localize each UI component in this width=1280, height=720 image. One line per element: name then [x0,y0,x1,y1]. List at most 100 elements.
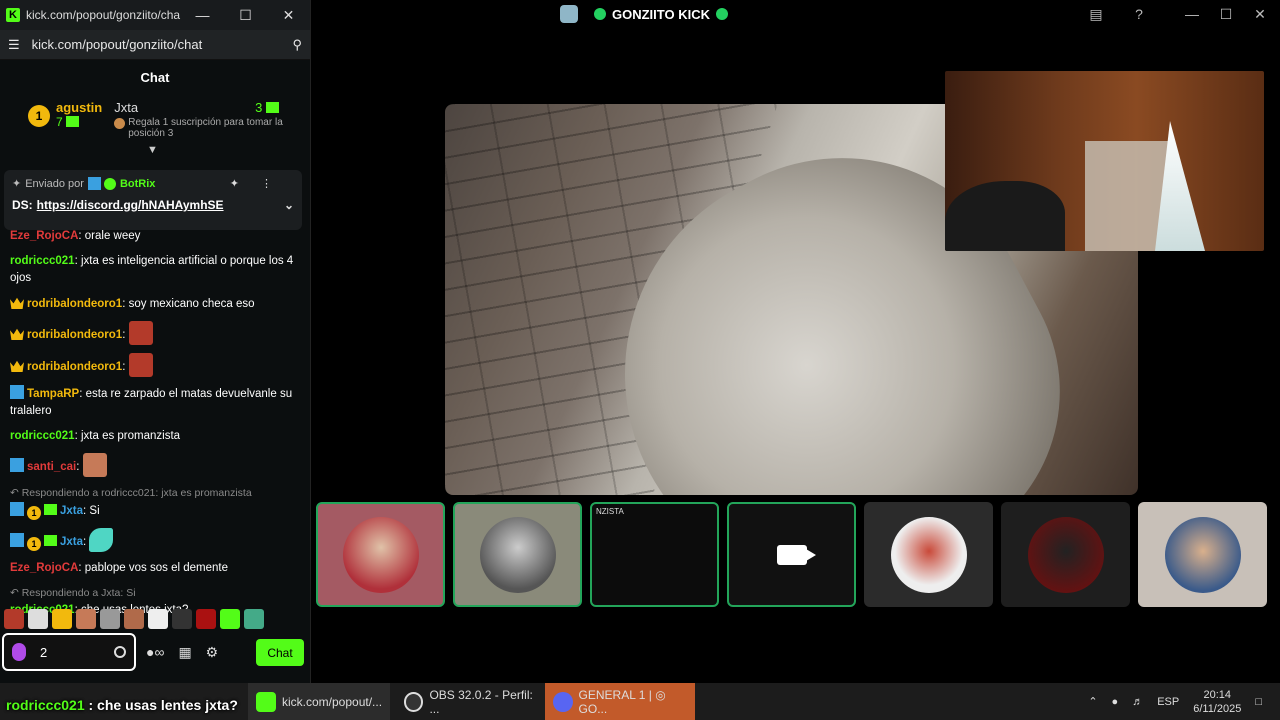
more-options-icon[interactable]: ⋮ [261,178,294,190]
server-icon[interactable] [560,5,578,23]
crown-badge-icon [10,328,24,340]
volume-icon[interactable]: ♬ [1132,696,1143,708]
tile-label: NZISTA [596,507,624,516]
message-username[interactable]: Jxta [60,536,83,548]
message-username[interactable]: Eze_RojoCA [10,562,78,574]
system-tray: ⌃ ● ♬ ESP 20:14 6/11/2025 □ [1088,683,1280,720]
emote-icon[interactable] [220,609,240,629]
avatar [890,516,967,593]
leader-name[interactable]: agustin [56,100,102,115]
message-username[interactable]: santi_cai [27,461,76,473]
emote-icon[interactable] [148,609,168,629]
chat-message-input[interactable]: 2 [2,633,136,671]
chevron-down-icon[interactable]: ⌄ [284,198,294,212]
quick-emote-bar [4,609,264,629]
moderator-badge-icon [10,458,24,472]
chat-message: ↶ Respondiendo a rodriccc021: jxta es pr… [10,485,302,520]
gift-badge-icon [44,535,57,546]
close-icon[interactable]: ✕ [267,0,310,30]
address-bar[interactable]: ☰ kick.com/popout/gonziito/chat ⚲ [0,30,310,60]
participant-tiles: NZISTA [316,502,1267,607]
participant-tile[interactable] [1138,502,1267,607]
message-username[interactable]: rodriccc021 [10,430,75,442]
site-settings-icon[interactable]: ☰ [8,37,20,53]
emote-icon[interactable] [172,609,192,629]
taskbar-app-obs[interactable]: OBS 32.0.2 - Perfil: ... [396,683,542,720]
gift-icon [66,116,80,127]
minimize-icon[interactable]: — [181,0,224,30]
close-icon[interactable]: ✕ [1251,6,1269,24]
moderator-badge-icon [10,385,24,399]
overlay-text: : che usas lentes jxta? [84,697,238,713]
notifications-icon[interactable]: □ [1255,696,1262,708]
emote-icon[interactable] [89,528,114,552]
video-camera-icon [776,544,816,565]
emote-icon[interactable] [128,353,153,377]
overlay-username: rodriccc021 [6,697,85,713]
settings-icon[interactable]: ⚙ [206,644,219,661]
participant-tile[interactable] [864,502,993,607]
chat-message: TampaRP: esta re zarpado el matas devuel… [10,385,302,420]
unpin-icon[interactable]: ✦ [230,178,261,190]
clock-date: 6/11/2025 [1193,702,1242,715]
taskbar-app-kick[interactable]: kick.com/popout/... [248,683,390,720]
emote-icon[interactable] [82,453,107,477]
scroll-down-icon[interactable]: ▼ [147,144,158,156]
message-text: pablope vos sos el demente [81,562,228,574]
chat-message: rodriccc021: jxta es inteligencia artifi… [10,255,294,284]
emote-icon[interactable] [100,609,120,629]
chat-message-list: Eze_RojoCA: orale weey rodriccc021: jxta… [10,228,302,627]
chevron-up-icon[interactable]: ⌃ [1088,695,1097,708]
language-indicator[interactable]: ESP [1157,696,1179,708]
obs-app-icon [404,691,424,712]
emote-icon[interactable] [124,609,144,629]
emote-icon[interactable] [76,609,96,629]
emote-icon[interactable] [28,609,48,629]
chat-input-value[interactable]: 2 [40,645,114,660]
discord-link[interactable]: https://discord.gg/hNAHAymhSE [37,198,224,212]
discord-app-icon [553,691,573,712]
emote-icon[interactable] [244,609,264,629]
emoji-picker-icon[interactable] [114,646,126,658]
inbox-icon[interactable]: ▤ [1087,6,1105,24]
url-text[interactable]: kick.com/popout/gonziito/chat [32,37,293,52]
participant-tile[interactable] [316,502,445,607]
maximize-icon[interactable]: ☐ [224,0,267,30]
kick-logo-icon: K [6,8,20,22]
reply-context[interactable]: ↶ Respondiendo a rodriccc021: jxta es pr… [10,485,302,502]
message-username[interactable]: Eze_RojoCA [10,230,78,242]
message-username[interactable]: rodriccc021 [10,255,75,267]
participant-tile[interactable] [453,502,582,607]
microphone-icon[interactable] [12,643,26,661]
participant-tile[interactable] [1001,502,1130,607]
participant-tile[interactable]: NZISTA [590,502,719,607]
participant-tile[interactable] [727,502,856,607]
store-icon[interactable]: ▦ [178,644,191,661]
emote-icon[interactable] [4,609,24,629]
desktop: K kick.com/popout/gonziito/cha... — ☐ ✕ … [0,0,1280,720]
clock[interactable]: 20:14 6/11/2025 [1193,688,1241,716]
maximize-icon[interactable]: ☐ [1217,6,1235,24]
gift-leaderboard: 1 agustin 7 Jxta Regala 1 suscripción pa… [0,94,310,156]
pin-icon: ✦ [12,178,22,190]
message-username[interactable]: TampaRP [27,388,79,400]
taskbar-app-discord[interactable]: GENERAL 1 | ◎ GO... [545,683,695,720]
microphone-icon[interactable]: ● [1112,696,1119,708]
emote-icon[interactable] [196,609,216,629]
chat-titlebar[interactable]: K kick.com/popout/gonziito/cha... — ☐ ✕ [0,0,310,30]
emote-icon[interactable] [52,609,72,629]
pinned-bot-name[interactable]: BotRix [120,178,155,190]
message-username[interactable]: rodribalondeoro1 [27,298,122,310]
message-username[interactable]: rodribalondeoro1 [27,361,122,373]
send-chat-button[interactable]: Chat [256,639,304,666]
kicks-icon[interactable]: ●∞ [146,644,164,661]
chat-message: 1 Jxta: [10,528,302,552]
message-username[interactable]: rodribalondeoro1 [27,329,122,341]
zoom-icon[interactable]: ⚲ [292,37,302,53]
message-username[interactable]: Jxta [60,505,83,517]
emote-icon[interactable] [128,321,153,345]
minimize-icon[interactable]: — [1183,6,1201,24]
camera-picture-in-picture[interactable] [945,71,1264,251]
help-icon[interactable]: ? [1130,6,1148,24]
reply-context[interactable]: ↶ Respondiendo a Jxta: Si [10,585,302,602]
